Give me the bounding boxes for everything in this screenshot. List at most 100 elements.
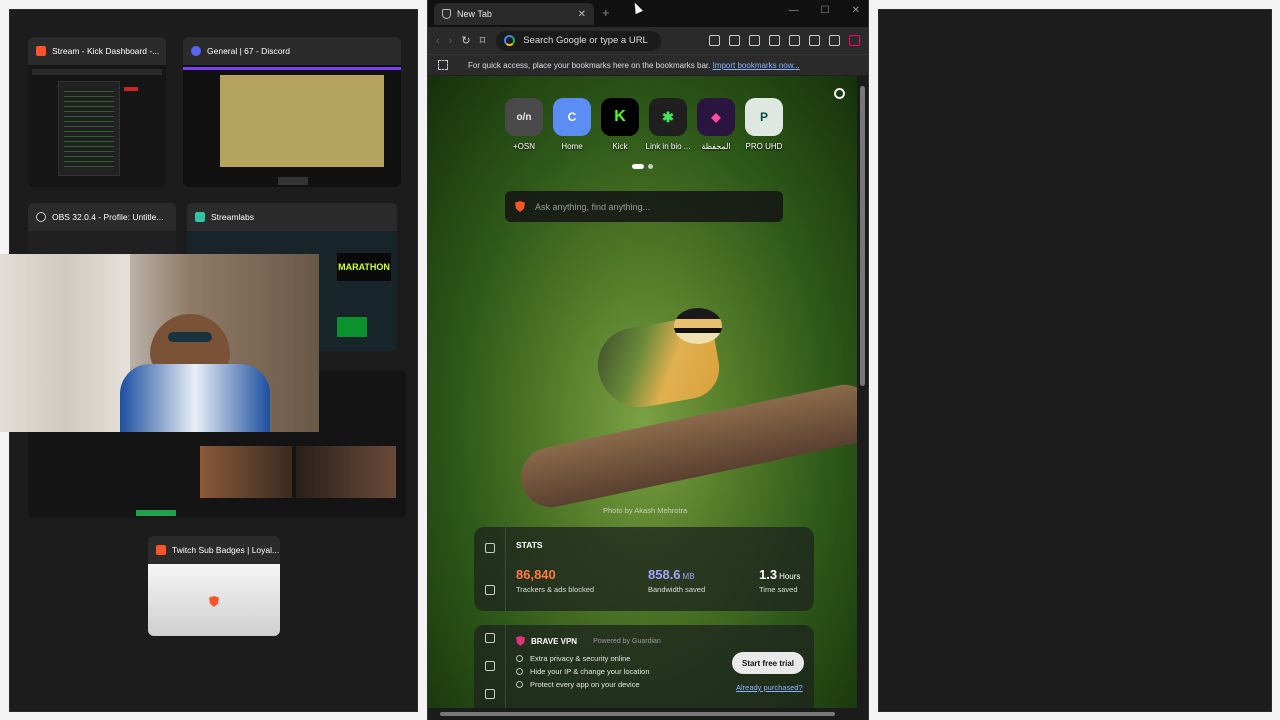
top-site-label: Link in bio ...: [645, 142, 691, 151]
top-site-label: المحفظة: [701, 142, 731, 151]
check-icon: [516, 668, 523, 675]
maximize-icon[interactable]: ☐: [821, 5, 830, 16]
top-site-home[interactable]: C Home: [553, 98, 591, 151]
shield-icon: [442, 9, 451, 19]
brave-shields-icon[interactable]: [829, 35, 840, 46]
vpn-powered-by: Powered by Guardian: [593, 637, 661, 645]
address-bar[interactable]: Search Google or type a URL: [496, 30, 662, 51]
vpn-feature-item: Protect every app on your device: [516, 680, 640, 689]
stat-time-label: Time saved: [759, 585, 798, 594]
check-icon: [516, 655, 523, 662]
linktree-icon: ✱: [649, 98, 687, 136]
stat-time: 1.3 Hours Time saved: [759, 567, 800, 594]
horizontal-scrollbar[interactable]: [428, 708, 868, 720]
bookmarks-hint: For quick access, place your bookmarks h…: [468, 60, 711, 70]
top-site-kick[interactable]: K Kick: [601, 98, 639, 151]
window-preview: [28, 65, 166, 187]
toolbar: ‹ › ↻ ⌑ Search Google or type a URL: [428, 27, 868, 54]
desktop: Stream - Kick Dashboard -... General | 6…: [0, 0, 1280, 720]
leo-ai-icon[interactable]: [809, 35, 820, 46]
stat-trackers: 86,840 Trackers & ads blocked: [516, 567, 594, 594]
webcam-overlay: [0, 254, 319, 432]
window-thumbnail-kick[interactable]: Stream - Kick Dashboard -...: [28, 37, 166, 187]
screenshot-icon[interactable]: [729, 35, 740, 46]
google-icon: [504, 35, 516, 46]
start-free-trial-button[interactable]: Start free trial: [732, 652, 804, 674]
bookmark-icon[interactable]: ⌑: [480, 34, 486, 47]
stat-bandwidth-label: Bandwidth saved: [648, 585, 706, 594]
already-purchased-link[interactable]: Already purchased?: [736, 683, 803, 692]
top-site-label: PRO UHD: [745, 142, 783, 151]
stat-time-unit: Hours: [779, 572, 801, 581]
forward-icon[interactable]: ›: [449, 35, 453, 47]
top-site-label: Home: [561, 142, 583, 151]
window-preview: [183, 65, 401, 187]
osn-icon: o/n: [505, 98, 543, 136]
top-sites: o/n +OSN C Home K Kick ✱ Link in bio ...…: [505, 98, 783, 151]
vertical-scrollbar[interactable]: [857, 76, 868, 708]
top-site-linkinbio[interactable]: ✱ Link in bio ...: [646, 98, 690, 151]
news-icon[interactable]: [485, 585, 495, 595]
discord-icon: [191, 46, 201, 56]
pro-uhd-icon: P: [745, 98, 783, 136]
back-icon[interactable]: ‹: [436, 35, 440, 47]
marathon-banner: MARATHON: [337, 253, 391, 281]
minimize-icon[interactable]: —: [789, 5, 799, 16]
close-window-icon[interactable]: ✕: [852, 5, 860, 16]
stats-title: STATS: [516, 540, 543, 550]
home-icon: C: [553, 98, 591, 136]
tab-new-tab[interactable]: New Tab ✕: [434, 3, 594, 25]
wallet-site-icon: ◆: [697, 98, 735, 136]
stat-time-value: 1.3: [759, 567, 778, 582]
apps-icon[interactable]: [438, 60, 448, 70]
vpn-title: BRAVE VPN: [531, 636, 578, 646]
bookmarks-bar: For quick access, place your bookmarks h…: [428, 54, 868, 75]
window-title: OBS 32.0.4 - Profile: Untitle...: [52, 212, 164, 222]
top-site-osn[interactable]: o/n +OSN: [505, 98, 543, 151]
tab-strip: New Tab ✕ + — ☐ ✕: [428, 0, 868, 27]
search-box[interactable]: Ask anything, find anything...: [505, 191, 783, 222]
photo-credit[interactable]: Photo by Akash Mehrotra: [603, 506, 687, 515]
obs-icon: [36, 212, 46, 222]
close-tab-icon[interactable]: ✕: [578, 9, 586, 20]
customize-gear-icon[interactable]: [834, 88, 845, 99]
extensions-icon[interactable]: [709, 35, 720, 46]
right-window-panel: [878, 9, 1272, 712]
new-tab-icon[interactable]: +: [602, 5, 610, 20]
window-title: Twitch Sub Badges | Loyal...: [172, 545, 280, 555]
vpn-shield-icon[interactable]: [485, 633, 495, 643]
window-thumbnail-twitch-badges[interactable]: Twitch Sub Badges | Loyal...: [148, 536, 280, 636]
rewards-icon[interactable]: [485, 661, 495, 671]
window-title: Stream - Kick Dashboard -...: [52, 46, 160, 56]
top-site-wallet[interactable]: ◆ المحفظة: [697, 98, 735, 151]
brave-search-icon: [515, 201, 525, 212]
wallet-icon[interactable]: [789, 35, 800, 46]
brave-icon: [36, 46, 46, 56]
vpn-widget: BRAVE VPN Powered by Guardian Extra priv…: [474, 625, 814, 708]
menu-icon[interactable]: [849, 35, 860, 46]
stat-bandwidth-unit: MB: [682, 572, 695, 581]
top-site-label: Kick: [612, 142, 628, 151]
new-tab-page: o/n +OSN C Home K Kick ✱ Link in bio ...…: [428, 76, 859, 708]
stat-bandwidth: 858.6 MB Bandwidth saved: [648, 567, 705, 594]
top-site-label: +OSN: [512, 142, 535, 151]
top-sites-pager[interactable]: [632, 164, 653, 169]
kick-icon: K: [601, 98, 639, 136]
media-icon[interactable]: [749, 35, 760, 46]
vpn-logo-icon: [516, 636, 525, 646]
stats-chart-icon[interactable]: [485, 543, 495, 553]
vpn-feature-item: Extra privacy & security online: [516, 654, 630, 663]
cards-icon[interactable]: [485, 689, 495, 699]
stats-widget: STATS 86,840 Trackers & ads blocked 858.…: [474, 527, 814, 611]
stat-trackers-value: 86,840: [516, 567, 556, 582]
window-thumbnail-discord[interactable]: General | 67 - Discord: [183, 37, 401, 187]
check-icon: [516, 681, 523, 688]
reload-icon[interactable]: ↻: [461, 34, 470, 47]
address-bar-placeholder: Search Google or type a URL: [523, 35, 648, 46]
window-preview: [148, 564, 280, 636]
top-site-pro-uhd[interactable]: P PRO UHD: [745, 98, 783, 151]
import-bookmarks-link[interactable]: Import bookmarks now...: [713, 61, 800, 70]
background-bird-head: [674, 308, 722, 344]
sidebar-icon[interactable]: [769, 35, 780, 46]
stat-bandwidth-value: 858.6: [648, 567, 681, 582]
